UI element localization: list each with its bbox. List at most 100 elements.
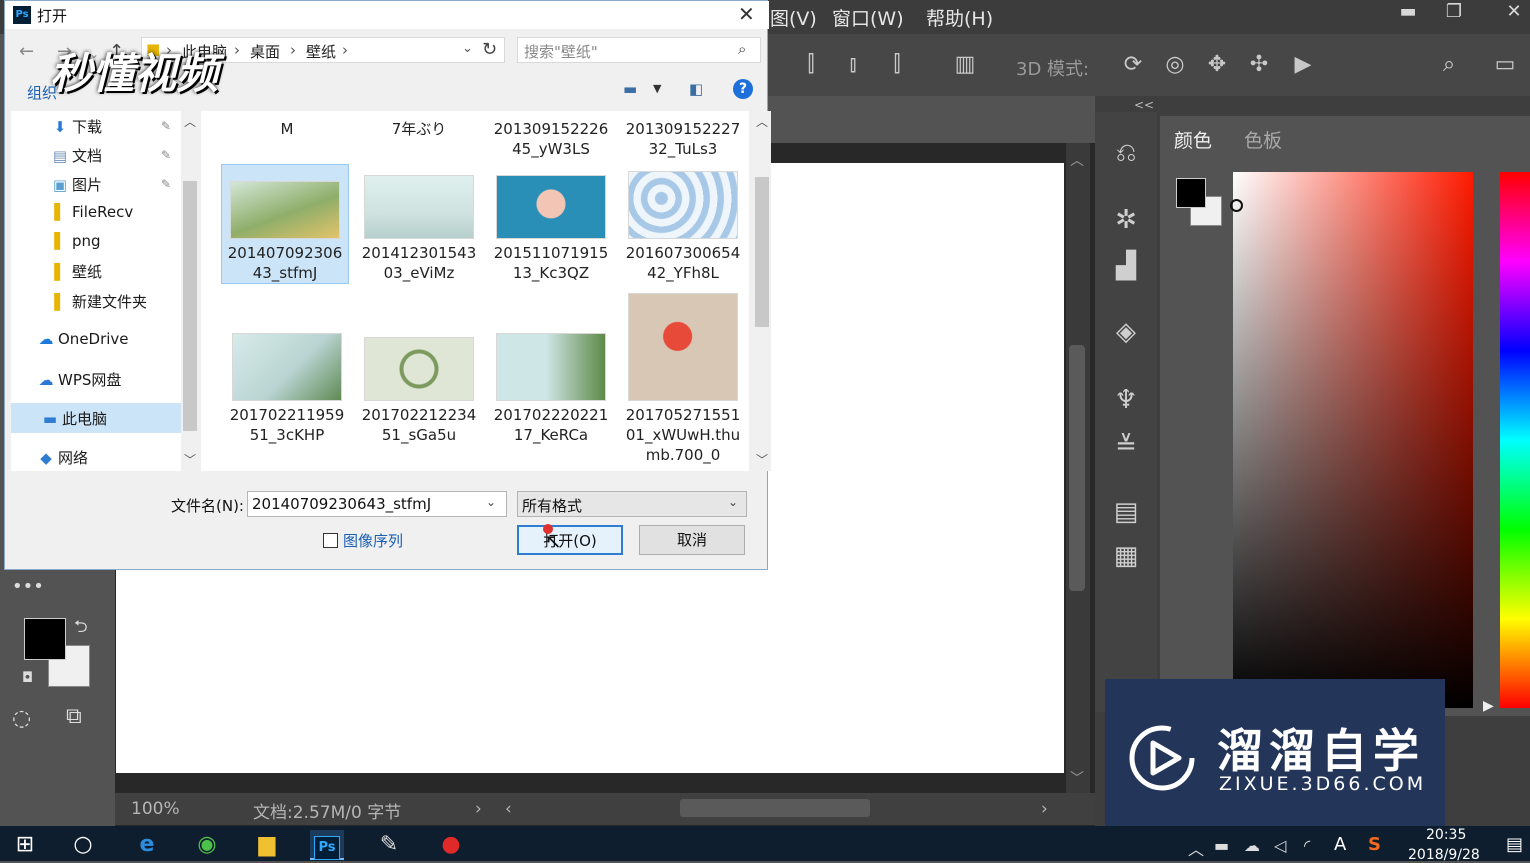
file-item[interactable]: 20170221223451_sGa5u: [355, 289, 483, 469]
filetype-select[interactable]: 所有格式 ⌄: [517, 491, 747, 517]
3d-camera-icon[interactable]: ▶: [1288, 50, 1318, 80]
view-dropdown-icon[interactable]: ▼: [653, 82, 661, 95]
status-arrow-icon[interactable]: ›: [475, 799, 482, 819]
scrollbar-thumb[interactable]: [1069, 345, 1085, 591]
zoom-level[interactable]: 100%: [131, 799, 180, 819]
properties-icon[interactable]: ▤: [1110, 496, 1142, 528]
histogram-icon[interactable]: ▟: [1110, 250, 1142, 282]
nav-item-pictures[interactable]: ▣ 图片: [51, 174, 102, 198]
cancel-button[interactable]: 取消: [639, 525, 745, 555]
recorder-icon[interactable]: ●: [434, 830, 468, 860]
3d-slide-icon[interactable]: ✣: [1244, 50, 1274, 80]
volume-icon[interactable]: ◁: [1274, 836, 1286, 855]
scroll-up-icon[interactable]: ︿: [184, 113, 196, 130]
view-mode-icon[interactable]: ▬: [623, 80, 637, 98]
brushes-icon[interactable]: ♆: [1110, 384, 1142, 416]
file-item[interactable]: 7年ぶり: [355, 111, 483, 159]
3d-panel-icon[interactable]: ◈: [1110, 316, 1142, 348]
file-item[interactable]: 20160730065442_YFh8L: [619, 165, 747, 285]
scroll-down-icon[interactable]: ﹀: [1070, 768, 1084, 788]
file-item[interactable]: M: [223, 111, 351, 159]
foreground-color-swatch[interactable]: [24, 618, 66, 660]
nav-item-filerecv[interactable]: ▌ FileRecv: [51, 203, 133, 227]
hscroll-left-icon[interactable]: ‹: [505, 799, 512, 819]
nav-item-downloads[interactable]: ⬇ 下载: [51, 116, 102, 140]
nav-item-onedrive[interactable]: ☁ OneDrive: [37, 330, 129, 354]
navigation-scrollbar[interactable]: ︿ ﹀: [181, 111, 199, 471]
address-dropdown-icon[interactable]: ⌄: [462, 41, 473, 56]
hscroll-right-icon[interactable]: ›: [1041, 799, 1048, 819]
default-colors-icon[interactable]: ◘: [22, 670, 33, 686]
adjustments-icon[interactable]: ≚: [1110, 430, 1142, 462]
3d-roll-icon[interactable]: ◎: [1160, 50, 1190, 80]
file-item[interactable]: 20170221195951_3cKHP: [223, 289, 351, 469]
file-item[interactable]: 20130915222732_TuLs3: [619, 111, 747, 159]
notes-icon[interactable]: ▦: [1110, 540, 1142, 572]
ime-indicator[interactable]: A: [1334, 834, 1346, 855]
tab-color[interactable]: 颜色: [1174, 126, 1212, 153]
menu-window[interactable]: 窗口(W): [832, 4, 904, 31]
breadcrumb-wallpaper[interactable]: 壁纸: [306, 41, 336, 62]
nav-item-new-folder[interactable]: ▌ 新建文件夹: [51, 291, 147, 315]
nav-item-documents[interactable]: ▤ 文档: [51, 145, 102, 169]
nav-item-wps[interactable]: ☁ WPS网盘: [37, 369, 122, 393]
file-list-scrollbar[interactable]: ︿ ﹀: [753, 111, 771, 471]
brush-settings-icon[interactable]: ✲: [1110, 204, 1142, 236]
windows-start-icon[interactable]: ⊞: [8, 830, 42, 860]
file-item[interactable]: 20151107191513_Kc3QZ: [487, 165, 615, 285]
filename-input[interactable]: 20140709230643_stfmJ ⌄: [247, 491, 507, 517]
file-item[interactable]: 20130915222645_yW3LS: [487, 111, 615, 159]
restore-icon[interactable]: ❐: [1434, 0, 1474, 26]
notification-icon[interactable]: ▤: [1506, 834, 1523, 855]
nav-item-network[interactable]: ◆ 网络: [37, 447, 88, 471]
open-button[interactable]: 打开(O): [517, 525, 623, 555]
hscroll-thumb[interactable]: [680, 799, 870, 817]
workspace-icon[interactable]: ▭: [1490, 50, 1520, 80]
swap-colors-icon[interactable]: ⮌: [74, 614, 88, 643]
pin-icon[interactable]: ✎: [161, 177, 171, 191]
search-icon[interactable]: ⌕: [738, 40, 746, 58]
search-input[interactable]: 搜索"壁纸" ⌕: [517, 37, 761, 63]
close-window-icon[interactable]: ✕: [1494, 0, 1530, 26]
hue-slider[interactable]: [1500, 172, 1530, 708]
tray-expand-icon[interactable]: ︿: [1188, 836, 1204, 860]
tab-swatches[interactable]: 色板: [1244, 126, 1282, 153]
hue-slider-handle[interactable]: ▶: [1483, 698, 1494, 714]
quick-mask-icon[interactable]: ◌: [12, 706, 31, 731]
doc-info[interactable]: 文档:2.57M/0 字节: [253, 798, 401, 823]
onedrive-tray-icon[interactable]: ☁: [1244, 836, 1260, 855]
panel-fg-swatch[interactable]: [1176, 178, 1206, 208]
menu-view[interactable]: 图(V): [770, 4, 817, 31]
wifi-icon[interactable]: ◜: [1304, 836, 1310, 855]
sogou-icon[interactable]: S: [1368, 834, 1381, 855]
minimize-icon[interactable]: ▬: [1388, 0, 1428, 26]
pin-icon[interactable]: ✎: [161, 148, 171, 162]
refresh-icon[interactable]: ↻: [482, 39, 497, 60]
scroll-down-icon[interactable]: ﹀: [756, 451, 768, 468]
dialog-close-icon[interactable]: ✕: [738, 2, 755, 26]
collapse-panels-icon[interactable]: <<: [1134, 98, 1154, 112]
file-item-selected[interactable]: 20140709230643_stfmJ: [221, 164, 349, 284]
color-picker-field[interactable]: [1233, 172, 1473, 708]
scroll-up-icon[interactable]: ︿: [756, 113, 768, 130]
battery-icon[interactable]: ▬: [1214, 836, 1229, 855]
image-sequence-checkbox[interactable]: [323, 533, 338, 548]
menu-help[interactable]: 帮助(H): [926, 4, 993, 31]
browser-icon[interactable]: ◉: [190, 830, 224, 860]
file-explorer-icon[interactable]: ▆: [250, 830, 284, 860]
scrollbar-thumb[interactable]: [183, 181, 197, 431]
edge-icon[interactable]: e: [130, 830, 164, 860]
scroll-up-icon[interactable]: ︿: [1070, 150, 1084, 170]
3d-drag-icon[interactable]: ✥: [1202, 50, 1232, 80]
search-icon[interactable]: ⌕: [1434, 50, 1464, 80]
more-tools-icon[interactable]: •••: [12, 576, 44, 597]
back-arrow-icon[interactable]: ←: [19, 41, 34, 62]
align-center-icon[interactable]: ⫾: [838, 50, 868, 80]
paint-icon[interactable]: ✎: [372, 830, 406, 860]
3d-orbit-icon[interactable]: ⟳: [1118, 50, 1148, 80]
cortana-icon[interactable]: ○: [66, 830, 100, 860]
history-icon[interactable]: ⎌: [1110, 137, 1142, 169]
filename-dropdown-icon[interactable]: ⌄: [486, 495, 496, 509]
scrollbar-thumb[interactable]: [755, 177, 769, 327]
help-icon[interactable]: ?: [733, 79, 753, 99]
